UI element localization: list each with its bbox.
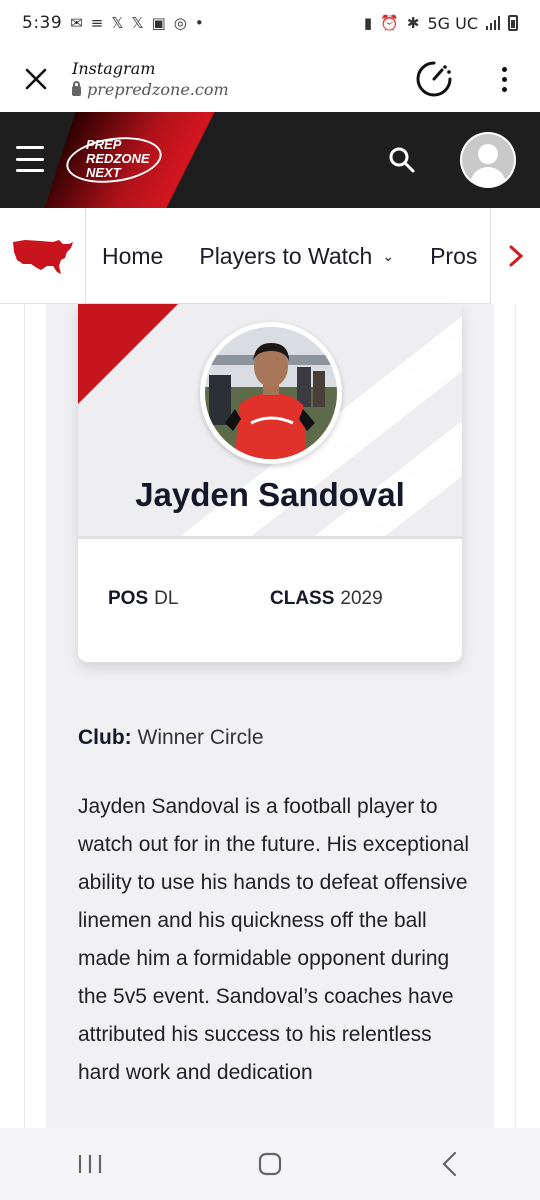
lock-icon [72, 81, 81, 96]
player-photo-frame [200, 322, 342, 464]
back-button[interactable] [420, 1134, 480, 1194]
club-value: Winner Circle [137, 726, 264, 749]
status-time: 5:39 [22, 13, 63, 33]
player-photo [205, 327, 337, 459]
nav-item-label: Home [102, 242, 164, 269]
hamburger-menu-button[interactable] [16, 146, 44, 172]
usa-map-icon[interactable] [0, 207, 86, 304]
site-logo[interactable]: PREP REDZONE NEXT [63, 131, 166, 189]
home-button[interactable] [240, 1134, 300, 1194]
more-dot [501, 86, 507, 92]
logo-text: PREP REDZONE NEXT [86, 138, 150, 180]
alarm-icon: ⏰ [380, 14, 399, 32]
club-line: Club: Winner Circle [78, 726, 264, 750]
network-label: 5G UC [427, 13, 478, 33]
player-photo-art [205, 327, 337, 459]
browser-titles: Instagram prepredzone.com [72, 59, 414, 99]
status-left: 5:39 ✉ ≡ 𝕏 𝕏 ▣ ◎ • [22, 13, 204, 33]
nav-item-label: Players to Watch [199, 242, 373, 269]
nav-scroll-right-button[interactable] [490, 208, 540, 304]
x-icon: 𝕏 [131, 14, 144, 32]
menu-line [16, 169, 44, 172]
signal-icon [486, 16, 500, 30]
player-card: Jayden Sandoval POS DL CLASS 2029 [78, 304, 462, 662]
avatar-icon [462, 134, 514, 186]
status-bar: 5:39 ✉ ≡ 𝕏 𝕏 ▣ ◎ • ▮ ⏰ ✱ 5G UC [0, 0, 540, 46]
chevron-right-icon [509, 245, 523, 267]
player-stats: POS DL CLASS 2029 [108, 588, 438, 610]
chevron-down-icon: ⌄ [382, 247, 395, 264]
android-nav-bar [0, 1128, 540, 1200]
position-value: DL [154, 588, 179, 609]
nav-item-pros[interactable]: Pros [412, 243, 490, 270]
position-label: POS [108, 588, 149, 609]
club-label: Club: [78, 726, 132, 749]
nav-item-home[interactable]: Home [86, 243, 181, 270]
position-stat: POS DL [108, 588, 270, 610]
dot-icon: • [194, 14, 204, 32]
x-icon: 𝕏 [111, 14, 124, 32]
mail-icon: ✉ [70, 14, 83, 32]
bluetooth-icon: ✱ [406, 14, 420, 32]
player-bio: Jayden Sandoval is a football player to … [78, 795, 470, 1084]
home-icon [258, 1152, 282, 1176]
battery-saver-icon: ▮ [363, 14, 373, 32]
voicemail-icon: ▣ [151, 14, 166, 32]
more-dot [501, 66, 507, 72]
nav-item-label: Pros [430, 242, 478, 269]
user-avatar-button[interactable] [460, 132, 516, 188]
browser-url[interactable]: prepredzone.com [72, 80, 414, 99]
timer-button[interactable] [414, 59, 454, 99]
browser-app-title: Instagram [72, 59, 156, 78]
logo-line: NEXT [86, 165, 121, 180]
more-options-button[interactable] [484, 59, 524, 99]
card-divider [78, 536, 462, 539]
battery-icon [508, 15, 518, 31]
browser-toolbar: Instagram prepredzone.com [0, 46, 540, 112]
class-label: CLASS [270, 588, 335, 609]
nav-items: Home Players to Watch ⌄ Pros [86, 208, 490, 304]
nav-item-players-to-watch[interactable]: Players to Watch ⌄ [181, 243, 412, 270]
site-nav: Home Players to Watch ⌄ Pros [0, 207, 540, 304]
close-icon [25, 68, 47, 90]
player-name: Jayden Sandoval [135, 476, 405, 513]
stack-icon: ≡ [90, 14, 104, 32]
search-button[interactable] [388, 146, 416, 174]
class-stat: CLASS 2029 [270, 588, 383, 610]
back-icon [442, 1151, 457, 1177]
recent-apps-icon [78, 1155, 102, 1173]
more-dot [501, 76, 507, 82]
card-hero: Jayden Sandoval [78, 304, 462, 536]
timer-icon [416, 61, 452, 97]
class-value: 2029 [340, 588, 383, 609]
recent-apps-button[interactable] [60, 1134, 120, 1194]
status-right: ▮ ⏰ ✱ 5G UC [364, 14, 518, 33]
search-icon [389, 147, 415, 173]
usa-map-shape [12, 239, 73, 274]
close-browser-button[interactable] [0, 46, 72, 112]
red-corner [78, 304, 178, 404]
site-header: PREP REDZONE NEXT [0, 112, 540, 208]
logo-line: PREP [86, 137, 122, 152]
menu-line [16, 157, 44, 161]
browser-url-text: prepredzone.com [87, 80, 229, 99]
instagram-icon: ◎ [173, 14, 187, 32]
menu-line [16, 146, 44, 149]
logo-line: REDZONE [86, 151, 150, 166]
